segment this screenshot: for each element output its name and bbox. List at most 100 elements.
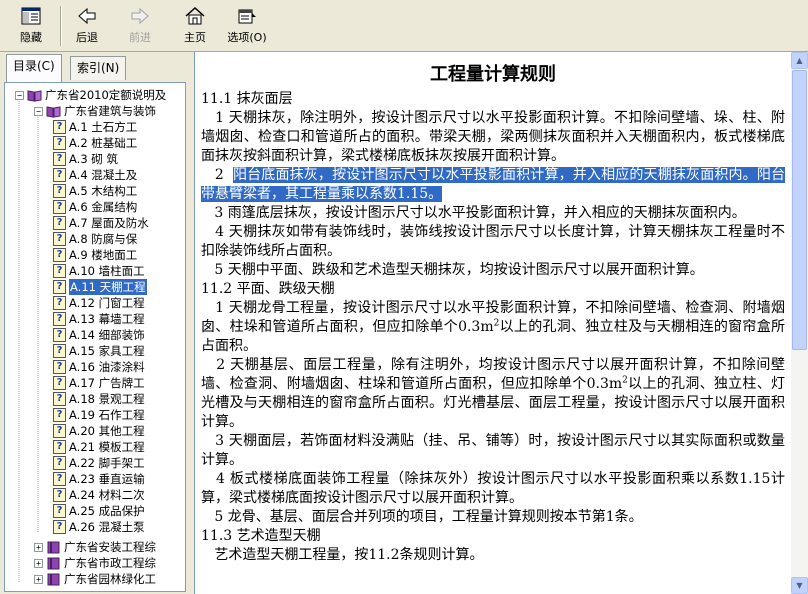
home-button[interactable]: 主页 (170, 6, 220, 46)
paragraph: 4 天棚抹灰如带有装饰线时，装饰线按设计图示尺寸以长度计算，计算天棚抹灰工程量时… (201, 224, 786, 259)
tree-topic-label: A.21 模板工程 (69, 440, 145, 454)
home-label: 主页 (184, 31, 206, 44)
tree-topic-item[interactable]: ? A.26 混凝土泵 (53, 519, 145, 535)
tree-topic-item[interactable]: ? A.7 屋面及防水 (53, 215, 149, 231)
scroll-down-button[interactable]: ▼ (791, 577, 808, 594)
options-button[interactable]: 选项(O) (222, 6, 272, 46)
tree-topic-item[interactable]: ? A.9 楼地面工 (53, 247, 137, 263)
tree-other-item[interactable]: + 广东省安装工程综 (34, 539, 156, 555)
vertical-scrollbar[interactable]: ▲ ▼ (791, 52, 808, 594)
tab-contents[interactable]: 目录(C) (6, 54, 62, 82)
help-topic-icon: ? (53, 392, 66, 406)
tree-topic-item[interactable]: ? A.13 幕墙工程 (53, 311, 145, 327)
tree-topic-label: A.19 石作工程 (69, 408, 145, 422)
collapse-icon[interactable]: − (15, 90, 24, 100)
help-topic-icon: ? (53, 504, 66, 518)
closed-book-icon (46, 557, 61, 570)
tree-topic-item[interactable]: ? A.23 垂直运输 (53, 471, 145, 487)
tree-topic-item[interactable]: ? A.11 天棚工程 (53, 279, 147, 295)
help-topic-icon: ? (53, 408, 66, 422)
tree-topic-item[interactable]: ? A.25 成品保护 (53, 503, 145, 519)
tree-topic-item[interactable]: ? A.4 混凝土及 (53, 167, 137, 183)
hide-label: 隐藏 (20, 31, 42, 44)
expand-icon[interactable]: + (34, 542, 43, 552)
help-topic-icon: ? (53, 120, 66, 134)
tree-topic-label: A.10 墙柱面工 (69, 264, 145, 278)
tree-topic-label: A.4 混凝土及 (69, 168, 138, 182)
tree-topic-label: A.2 桩基础工 (69, 136, 138, 150)
collapse-icon[interactable]: − (34, 106, 43, 116)
tree-topic-item[interactable]: ? A.17 广告牌工 (53, 375, 145, 391)
tree-topic-item[interactable]: ? A.12 门窗工程 (53, 295, 145, 311)
help-topic-icon: ? (53, 440, 66, 454)
help-topic-icon: ? (53, 488, 66, 502)
tree-topic-label: A.17 广告牌工 (69, 376, 145, 390)
expand-icon[interactable]: + (34, 558, 43, 568)
open-book-icon (46, 105, 61, 118)
paragraph-highlighted: 2 阳台底面抹灰，按设计图示尺寸以水平投影面积计算，并入相应的天棚抹灰面积内。阳… (201, 167, 785, 202)
hide-button[interactable]: 隐藏 (6, 6, 56, 46)
tree-topic-item[interactable]: ? A.14 细部装饰 (53, 327, 145, 343)
tree-root[interactable]: − 广东省2010定额说明及 (15, 87, 166, 103)
scroll-up-button[interactable]: ▲ (791, 52, 808, 69)
forward-button[interactable]: 前进 (115, 6, 165, 46)
tree-topic-label: A.15 家具工程 (69, 344, 145, 358)
tree-topic-item[interactable]: ? A.20 其他工程 (53, 423, 145, 439)
paragraph: 5 龙骨、基层、面层合并列项的项目，工程量计算规则按本节第1条。 (214, 509, 643, 525)
options-icon (236, 6, 258, 26)
tree-topic-label: A.7 屋面及防水 (69, 216, 149, 230)
topic-content: 工程量计算规则 11.1 抹灰面层 1 天棚抹灰，除注明外，按设计图示尺寸以水平… (194, 52, 808, 594)
tab-contents-label: 目录(C) (13, 59, 55, 73)
tab-index[interactable]: 索引(N) (70, 56, 127, 80)
tree-topic-item[interactable]: ? A.22 脚手架工 (53, 455, 145, 471)
section-heading: 11.3 艺术造型天棚 (201, 528, 321, 544)
tree-topic-item[interactable]: ? A.10 墙柱面工 (53, 263, 145, 279)
forward-label: 前进 (129, 31, 151, 44)
tree-other-label: 广东省园林绿化工 (64, 572, 156, 586)
expand-icon[interactable]: + (34, 574, 43, 584)
tree-topic-label: A.14 细部装饰 (69, 328, 145, 342)
tree-topic-item[interactable]: ? A.19 石作工程 (53, 407, 145, 423)
help-topic-icon: ? (53, 264, 66, 278)
tree-other-item[interactable]: + 广东省市政工程综 (34, 555, 156, 571)
tree-topic-label: A.11 天棚工程 (69, 279, 147, 295)
help-topic-icon: ? (53, 520, 66, 534)
forward-arrow-icon (129, 6, 151, 26)
tree-topic-item[interactable]: ? A.1 土石方工 (53, 119, 137, 135)
help-topic-icon: ? (53, 296, 66, 310)
document: 工程量计算规则 11.1 抹灰面层 1 天棚抹灰，除注明外，按设计图示尺寸以水平… (201, 62, 785, 565)
help-topic-icon: ? (53, 328, 66, 342)
tree-topic-item[interactable]: ? A.3 砌 筑 (53, 151, 118, 167)
tree-topic-label: A.26 混凝土泵 (69, 520, 145, 534)
tree-topic-label: A.18 景观工程 (69, 392, 145, 406)
tree-other-item[interactable]: + 广东省园林绿化工 (34, 571, 156, 587)
help-topic-icon: ? (53, 136, 66, 150)
tree-topic-item[interactable]: ? A.16 油漆涂料 (53, 359, 145, 375)
tree-topic-item[interactable]: ? A.6 金属结构 (53, 199, 137, 215)
help-topic-icon: ? (53, 472, 66, 486)
navigation-pane: 目录(C) 索引(N) − 广东省2010定额说明及 − 广东省建筑与装饰 ? A… (0, 52, 190, 594)
paragraph: 2 天棚基层、面层工程量，除有注明外，均按设计图示尺寸以展开面积计算，不扣除间壁… (201, 357, 785, 430)
help-topic-icon: ? (53, 232, 66, 246)
help-topic-icon: ? (53, 456, 66, 470)
tree-topic-item[interactable]: ? A.5 木结构工 (53, 183, 137, 199)
tree-topic-item[interactable]: ? A.21 模板工程 (53, 439, 145, 455)
tree-topic-item[interactable]: ? A.8 防腐与保 (53, 231, 137, 247)
scroll-thumb[interactable] (792, 70, 807, 350)
section-heading: 11.2 平面、跌级天棚 (201, 281, 335, 297)
tree-topic-item[interactable]: ? A.18 景观工程 (53, 391, 145, 407)
closed-book-icon (46, 541, 61, 554)
help-topic-icon: ? (53, 168, 66, 182)
tree-topic-item[interactable]: ? A.24 材料二次 (53, 487, 145, 503)
tab-index-label: 索引(N) (77, 61, 120, 75)
help-topic-icon: ? (53, 424, 66, 438)
back-button[interactable]: 后退 (62, 6, 112, 46)
paragraph: 3 雨篷底层抹灰，按设计图示尺寸以水平投影面积计算，并入相应的天棚抹灰面积内。 (214, 205, 746, 221)
text-selection[interactable]: 阳台底面抹灰，按设计图示尺寸以水平投影面积计算，并入相应的天棚抹灰面积内。阳台带… (201, 167, 785, 202)
tree-topic-item[interactable]: ? A.2 桩基础工 (53, 135, 137, 151)
tree-topic-item[interactable]: ? A.15 家具工程 (53, 343, 145, 359)
tree-topic-label: A.23 垂直运输 (69, 472, 145, 486)
tree-topic-label: A.6 金属结构 (69, 200, 138, 214)
tree-chapter[interactable]: − 广东省建筑与装饰 (34, 103, 156, 119)
contents-tree[interactable]: − 广东省2010定额说明及 − 广东省建筑与装饰 ? A.1 土石方工? A.2 … (4, 82, 186, 592)
